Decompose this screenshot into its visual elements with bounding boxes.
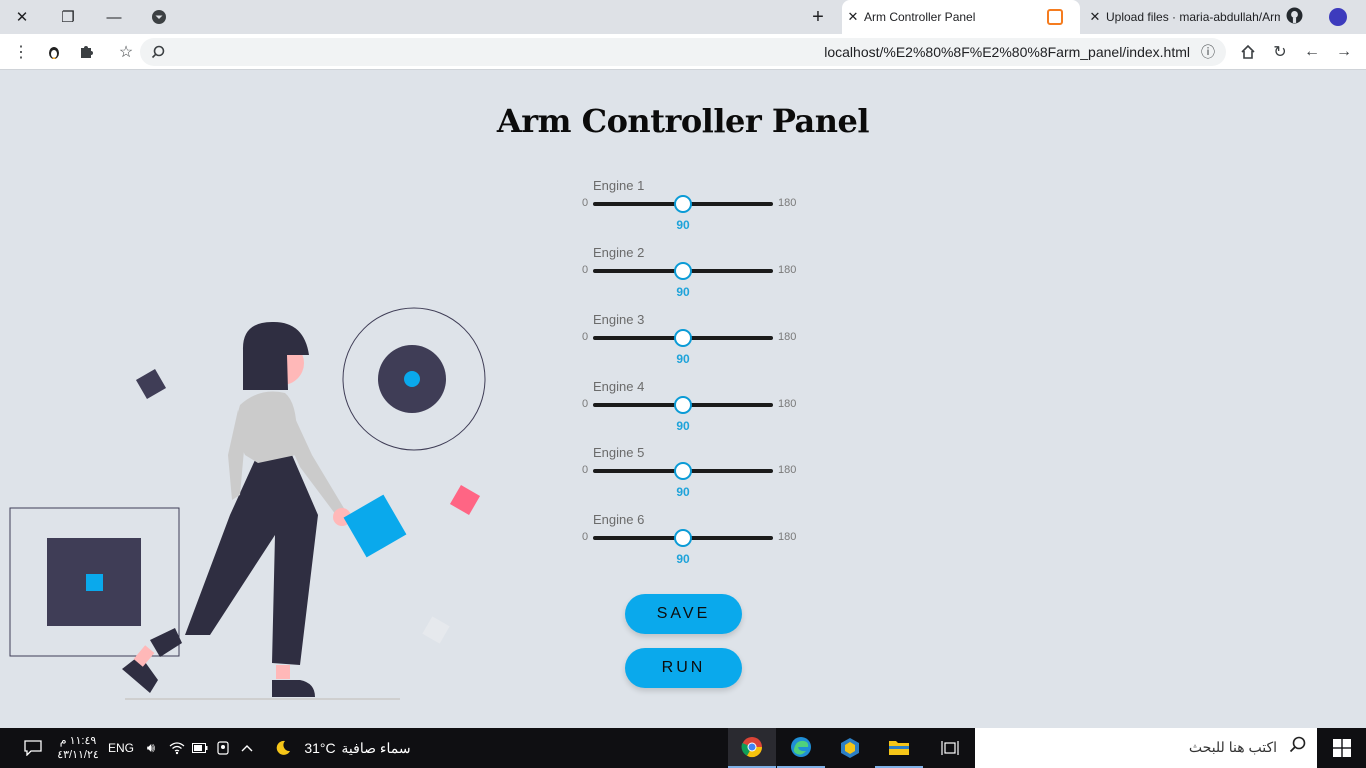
engine-slider-4: Engine 4 0 180 90 [578, 379, 808, 441]
slider-track[interactable] [593, 195, 773, 213]
engine-label: Engine 2 [593, 245, 645, 260]
slider-min: 0 [582, 464, 589, 476]
windows-start-icon[interactable] [1318, 728, 1366, 768]
page-content: Arm Controller Panel Engine 1 0 180 90 E… [0, 70, 1366, 728]
slider-track[interactable] [593, 329, 773, 347]
taskbar-search-box[interactable]: اكتب هنا للبحث [975, 728, 1317, 768]
slider-max: 180 [778, 197, 797, 209]
slider-thumb[interactable] [674, 462, 692, 480]
home-icon[interactable] [1236, 40, 1260, 64]
slider-max: 180 [778, 331, 797, 343]
slider-max: 180 [778, 398, 797, 410]
page-title: Arm Controller Panel [496, 102, 870, 140]
menu-kebab-icon[interactable]: ⋮ [9, 40, 33, 64]
slider-min: 0 [582, 264, 589, 276]
slider-max: 180 [778, 464, 797, 476]
slider-track[interactable] [593, 396, 773, 414]
slider-value: 90 [676, 285, 690, 299]
forward-arrow-icon[interactable]: → [1332, 40, 1356, 64]
engine-label: Engine 6 [593, 512, 645, 527]
task-view-icon[interactable] [926, 728, 974, 768]
file-explorer-taskbar-icon[interactable] [875, 728, 923, 768]
clock-date: ٤٣/١١/٢٤ [57, 749, 99, 761]
slider-track[interactable] [593, 462, 773, 480]
profile-avatar[interactable] [1326, 5, 1350, 29]
engine-slider-6: Engine 6 0 180 90 [578, 512, 808, 574]
engine-slider-5: Engine 5 0 180 90 [578, 445, 808, 507]
back-arrow-icon[interactable]: ← [1300, 40, 1324, 64]
save-button[interactable]: SAVE [625, 594, 742, 634]
address-bar[interactable]: ☆ localhost/%E2%80%8F%E2%80%8Farm_panel/… [119, 38, 1226, 66]
search-lens-icon[interactable] [146, 40, 170, 64]
clock-time: ١١:٤٩ م [59, 735, 97, 747]
url-text[interactable]: localhost/%E2%80%8F%E2%80%8Farm_panel/in… [824, 44, 1190, 60]
tab-arm-controller[interactable]: ✕ Arm Controller Panel [842, 0, 1080, 34]
slider-track[interactable] [593, 529, 773, 547]
woman-illustration [9, 307, 486, 700]
engine-label: Engine 4 [593, 379, 645, 394]
tab-title: Arm Controller Panel [864, 10, 976, 24]
extension-penguin-icon[interactable] [42, 40, 66, 64]
tab-search-icon[interactable] [147, 5, 171, 29]
meet-now-icon[interactable] [213, 728, 233, 768]
battery-icon[interactable] [190, 728, 210, 768]
chevron-up-icon[interactable] [236, 728, 258, 768]
clock[interactable]: ١١:٤٩ م ٤٣/١١/٢٤ [56, 728, 100, 768]
close-tab-icon[interactable]: ✕ [842, 9, 864, 25]
wifi-icon[interactable] [166, 728, 188, 768]
xampp-favicon-icon [1047, 9, 1063, 25]
browser-toolbar: ⋮ ☆ localhost/%E2%80%8F%E2%80%8Farm_pane… [0, 34, 1366, 70]
slider-min: 0 [582, 331, 589, 343]
slider-value: 90 [676, 485, 690, 499]
engine-label: Engine 5 [593, 445, 645, 460]
restore-window-icon[interactable]: ❐ [56, 5, 80, 29]
slider-value: 90 [676, 552, 690, 566]
slider-thumb[interactable] [674, 329, 692, 347]
slider-thumb[interactable] [674, 396, 692, 414]
engine-label: Engine 3 [593, 312, 645, 327]
language-indicator[interactable]: ENG [106, 728, 136, 768]
moon-weather-icon [270, 728, 296, 768]
weather-temperature[interactable]: 31°C [300, 728, 340, 768]
notifications-icon[interactable] [18, 728, 48, 768]
volume-icon[interactable]: 🔊︎ [140, 728, 162, 768]
slider-thumb[interactable] [674, 195, 692, 213]
slider-min: 0 [582, 197, 589, 209]
slider-track[interactable] [593, 262, 773, 280]
virtualbox-taskbar-icon[interactable] [826, 728, 874, 768]
tab-title: Upload files · maria-abdullah/Arm [1106, 10, 1280, 24]
slider-thumb[interactable] [674, 529, 692, 547]
slider-value: 90 [676, 419, 690, 433]
site-info-icon[interactable]: ⓘ [1196, 40, 1220, 64]
minimize-window-icon[interactable]: — [102, 5, 126, 29]
slider-min: 0 [582, 531, 589, 543]
engine-slider-3: Engine 3 0 180 90 [578, 312, 808, 374]
slider-value: 90 [676, 352, 690, 366]
run-button[interactable]: RUN [625, 648, 742, 688]
chrome-taskbar-icon[interactable] [728, 728, 776, 768]
search-placeholder: اكتب هنا للبحث [1188, 739, 1277, 755]
search-icon [1289, 736, 1307, 759]
slider-max: 180 [778, 264, 797, 276]
slider-value: 90 [676, 218, 690, 232]
tab-upload-files[interactable]: ✕ Upload files · maria-abdullah/Arm [1084, 0, 1316, 34]
engine-label: Engine 1 [593, 178, 645, 193]
extensions-puzzle-icon[interactable] [74, 40, 98, 64]
edge-taskbar-icon[interactable] [777, 728, 825, 768]
bookmark-star-icon[interactable]: ☆ [114, 40, 138, 64]
reload-icon[interactable]: ↻ [1268, 40, 1292, 64]
new-tab-button[interactable]: + [806, 5, 830, 29]
close-tab-icon[interactable]: ✕ [1084, 9, 1106, 25]
tab-strip: ✕ ❐ — + ✕ Arm Controller Panel ✕ Upload … [0, 0, 1366, 34]
weather-condition[interactable]: سماء صافية [340, 728, 412, 768]
windows-taskbar: ١١:٤٩ م ٤٣/١١/٢٤ ENG 🔊︎ 31°C سماء صافية … [0, 728, 1366, 768]
slider-max: 180 [778, 531, 797, 543]
slider-min: 0 [582, 398, 589, 410]
engine-slider-2: Engine 2 0 180 90 [578, 245, 808, 307]
engine-slider-1: Engine 1 0 180 90 [578, 178, 808, 240]
github-favicon-icon [1286, 7, 1303, 27]
close-window-icon[interactable]: ✕ [10, 5, 34, 29]
slider-thumb[interactable] [674, 262, 692, 280]
